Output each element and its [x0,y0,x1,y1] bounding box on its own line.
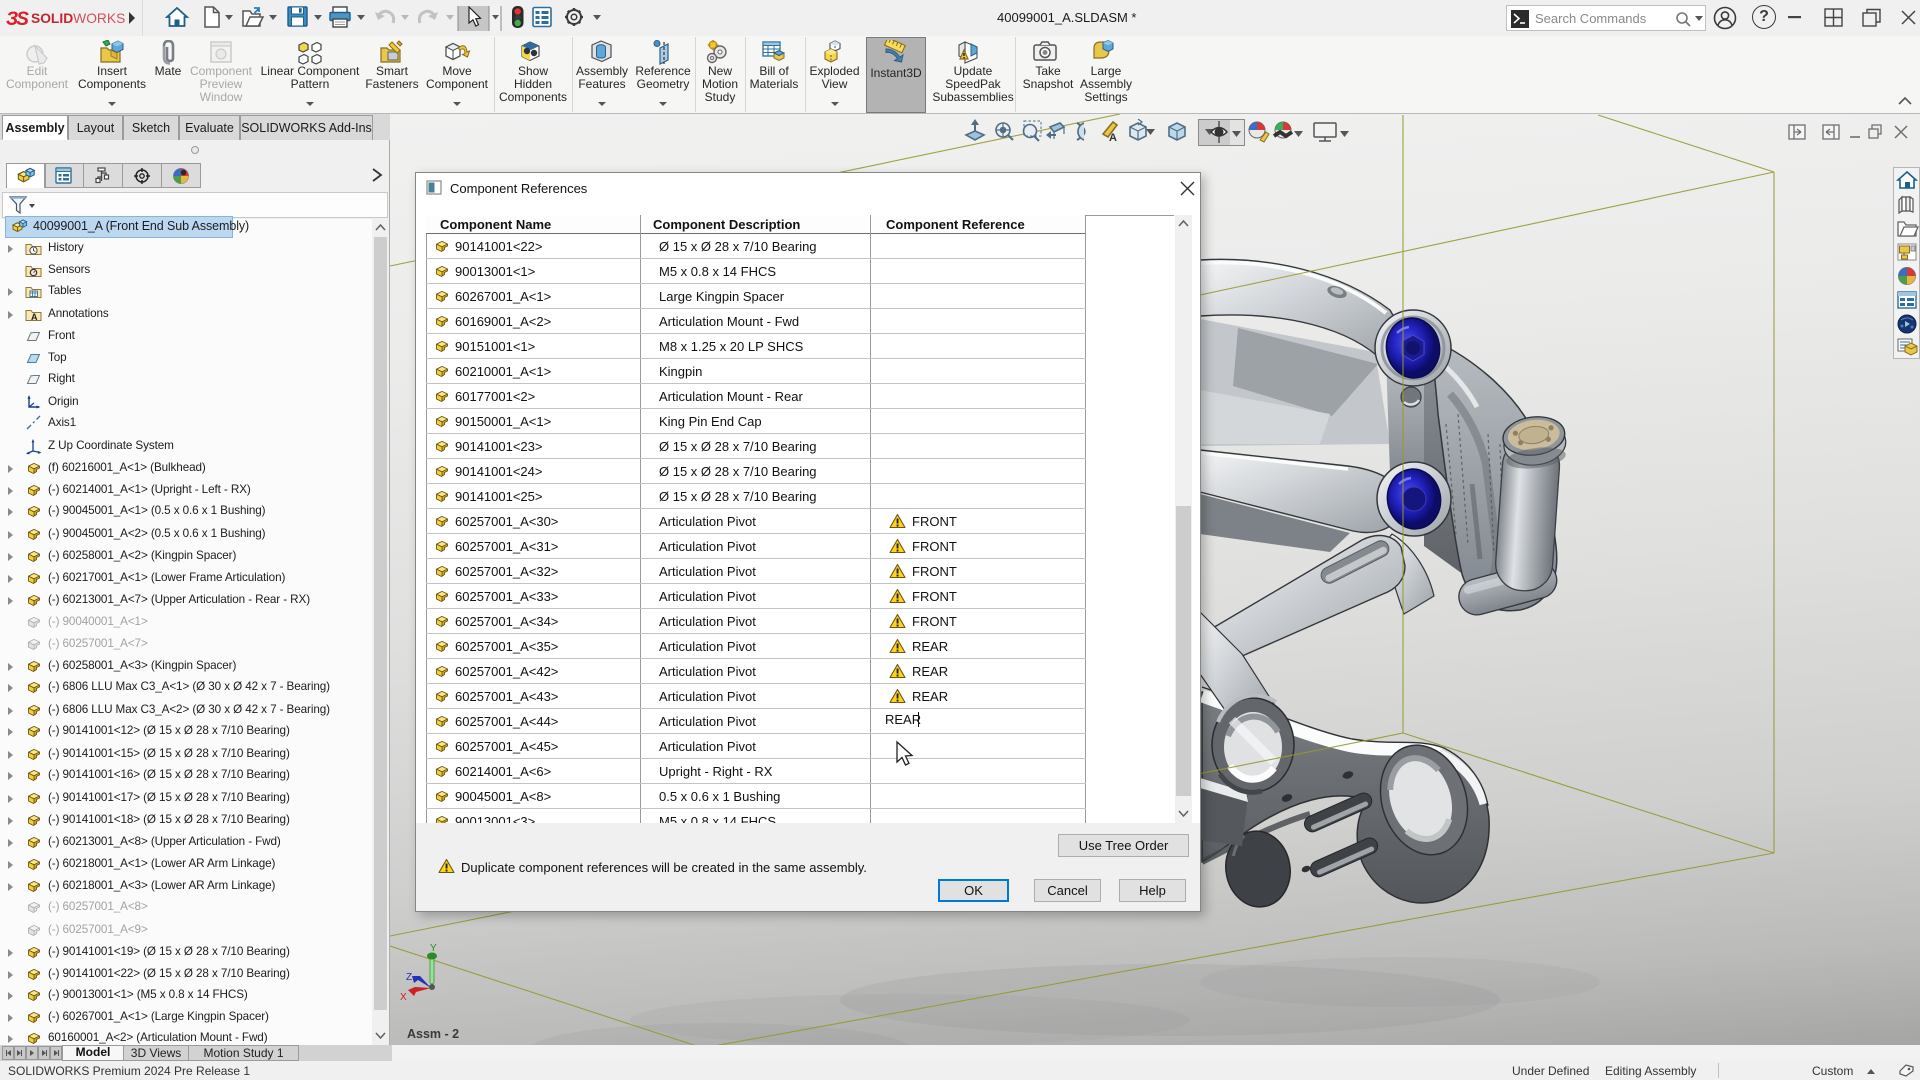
svg-text:SOLIDWORKS: SOLIDWORKS [31,11,125,26]
svg-text:A: A [1109,132,1117,144]
svg-text:Z: Z [406,972,412,983]
svg-text:Y: Y [430,943,437,954]
svg-text:ЗS: ЗS [6,9,29,30]
svg-text:X: X [400,992,407,1003]
